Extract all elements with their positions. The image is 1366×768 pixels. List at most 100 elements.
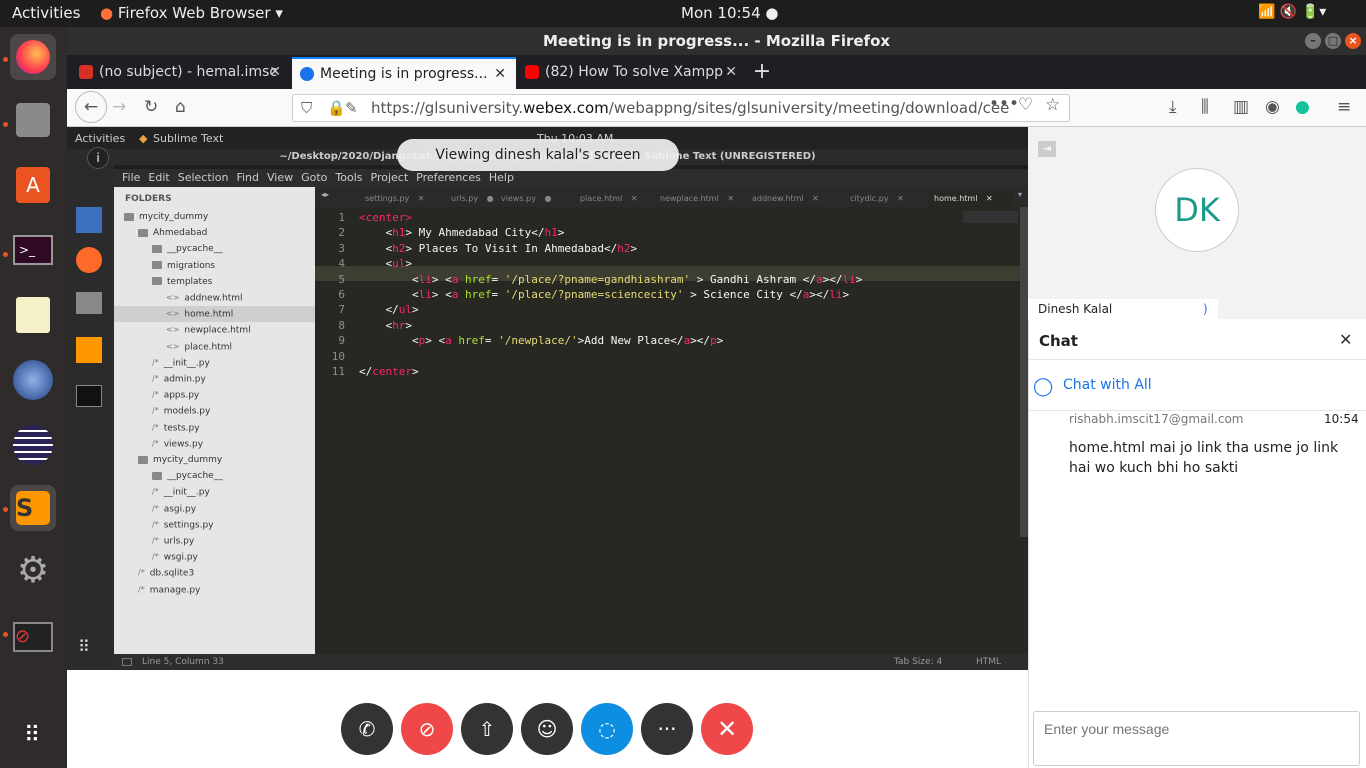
tree-item[interactable]: /* manage.py (138, 582, 200, 598)
share-button[interactable]: ⇧ (461, 703, 513, 755)
tree-item[interactable]: /* db.sqlite3 (138, 565, 194, 581)
maximize-icon[interactable]: □ (1325, 33, 1341, 49)
tree-item[interactable]: /* settings.py (152, 517, 214, 533)
sublime-menu-item[interactable]: Preferences (416, 171, 481, 184)
tree-item[interactable]: migrations (152, 258, 215, 274)
close-tab-icon[interactable]: ✕ (269, 57, 281, 87)
tree-item[interactable]: <> home.html (114, 306, 315, 323)
more-options-button[interactable]: ··· (641, 703, 693, 755)
text-editor-launcher-icon[interactable] (10, 292, 56, 338)
permissions-icon[interactable]: ✎ (345, 95, 358, 121)
tab-youtube[interactable]: (82) How To solve Xampp ✕ (517, 57, 747, 89)
close-tab-icon[interactable]: ✕ (983, 194, 993, 203)
tree-item[interactable]: /* admin.py (152, 371, 206, 387)
pocket-icon[interactable]: ♡ (1018, 95, 1033, 115)
tree-item[interactable]: /* views.py (152, 436, 203, 452)
library-icon[interactable]: ⫼ (1201, 97, 1209, 117)
tab-meeting[interactable]: Meeting is in progress... ✕ (292, 57, 516, 89)
home-icon[interactable]: ⌂ (175, 97, 186, 117)
editor-tab[interactable]: views.py ● (501, 190, 574, 207)
editor-tab[interactable]: place.html ✕ (580, 190, 654, 207)
sublime-text-launcher-icon[interactable]: S (10, 485, 56, 531)
close-tab-icon[interactable]: ✕ (725, 194, 734, 203)
close-tab-icon[interactable]: ✕ (628, 194, 638, 203)
sublime-menu-item[interactable]: Find (236, 171, 259, 184)
sublime-menu-item[interactable]: Project (371, 171, 409, 184)
editor-tab[interactable]: home.html ✕ (928, 190, 1014, 207)
tree-item[interactable]: mycity_dummy (124, 209, 208, 225)
leave-meeting-button[interactable]: ✕ (701, 703, 753, 755)
reload-icon[interactable]: ↻ (144, 97, 158, 117)
new-tab-icon[interactable]: + (747, 57, 777, 89)
chat-message-input[interactable] (1033, 711, 1360, 766)
grammarly-icon[interactable]: ● (1295, 97, 1310, 117)
tree-item[interactable]: <> newplace.html (166, 322, 251, 338)
video-off-button[interactable]: ⊘ (401, 703, 453, 755)
participants-button[interactable]: ☺ (521, 703, 573, 755)
back-icon[interactable]: ← (75, 91, 107, 123)
close-tab-icon[interactable]: ● (542, 194, 551, 203)
settings-launcher-icon[interactable]: ⚙ (10, 547, 56, 593)
tree-item[interactable]: /* __init__.py (152, 484, 210, 500)
tree-item[interactable]: templates (152, 274, 212, 290)
terminal-launcher-icon[interactable]: >_ (10, 227, 56, 273)
editor-tab[interactable]: settings.py ✕ (365, 190, 445, 207)
close-chat-icon[interactable]: ✕ (1339, 330, 1352, 349)
tab-gmail[interactable]: (no subject) - hemal.imsc ✕ (71, 57, 291, 89)
bookmark-star-icon[interactable]: ☆ (1045, 95, 1060, 115)
sidebar-icon[interactable]: ▥ (1233, 97, 1249, 117)
menu-icon[interactable]: ≡ (1337, 97, 1351, 117)
close-tab-icon[interactable]: ✕ (810, 194, 819, 203)
system-tray-icons[interactable]: 📶 🔇 🔋▾ (1258, 4, 1326, 20)
chat-button[interactable]: ◌ (581, 703, 633, 755)
show-applications-icon[interactable]: ⠿ (10, 712, 56, 758)
close-tab-icon[interactable]: ✕ (494, 59, 506, 89)
tree-item[interactable]: /* asgi.py (152, 501, 196, 517)
lock-icon[interactable]: 🔒 (327, 95, 346, 121)
close-tab-icon[interactable]: ✕ (415, 194, 425, 203)
tree-item[interactable]: /* apps.py (152, 387, 199, 403)
tree-item[interactable]: __pycache__ (152, 468, 223, 484)
app-menu[interactable]: ● Firefox Web Browser ▾ (100, 4, 283, 22)
sublime-menu-item[interactable]: Goto (301, 171, 327, 184)
editor-tab[interactable]: citydic.py ✕ (850, 190, 922, 207)
collapse-panel-icon[interactable]: ⇥ (1038, 141, 1056, 157)
page-actions-icon[interactable]: ••• (989, 94, 1019, 114)
editor-tab[interactable]: addnew.html ✕ (752, 190, 844, 207)
url-bar[interactable]: ⛉ 🔒 ✎ https://glsuniversity.webex.com/we… (292, 94, 1070, 122)
downloads-icon[interactable]: ⤓ (1169, 97, 1177, 117)
firefox-launcher-icon[interactable] (10, 34, 56, 80)
tree-item[interactable]: /* __init__.py (152, 355, 210, 371)
minimize-icon[interactable]: – (1305, 33, 1321, 49)
tree-item[interactable]: __pycache__ (152, 241, 223, 257)
editor-tab[interactable]: urls.py ● (451, 190, 495, 207)
audio-call-button[interactable]: ✆ (341, 703, 393, 755)
close-tab-icon[interactable]: ● (484, 194, 494, 203)
close-window-icon[interactable]: × (1345, 33, 1361, 49)
tree-item[interactable]: Ahmedabad (138, 225, 207, 241)
sublime-menu-item[interactable]: Tools (335, 171, 362, 184)
tree-item[interactable]: /* models.py (152, 403, 210, 419)
eclipse-launcher-icon[interactable] (10, 422, 56, 468)
tracking-shield-icon[interactable]: ⛉ (301, 95, 312, 121)
info-icon[interactable]: i (87, 147, 109, 169)
sublime-menu-item[interactable]: Selection (178, 171, 229, 184)
tree-item[interactable]: mycity_dummy (138, 452, 222, 468)
blocked-app-launcher-icon[interactable]: ⊘ (10, 614, 56, 660)
tree-item[interactable]: /* tests.py (152, 420, 200, 436)
tree-item[interactable]: <> addnew.html (166, 290, 242, 306)
files-launcher-icon[interactable] (10, 97, 56, 143)
tree-item[interactable]: <> place.html (166, 339, 232, 355)
software-launcher-icon[interactable]: A (10, 162, 56, 208)
clock[interactable]: Mon 10:54 ● (681, 4, 778, 22)
forward-icon[interactable]: → (112, 97, 126, 117)
sublime-menu-item[interactable]: View (267, 171, 293, 184)
globe-app-launcher-icon[interactable] (10, 357, 56, 403)
close-tab-icon[interactable]: ✕ (725, 57, 737, 87)
sublime-menu-item[interactable]: File (122, 171, 140, 184)
tree-item[interactable]: /* wsgi.py (152, 549, 198, 565)
sublime-menu-item[interactable]: Edit (148, 171, 169, 184)
close-tab-icon[interactable]: ✕ (895, 194, 904, 203)
chat-with-all[interactable]: Chat with All (1063, 377, 1152, 393)
activities-button[interactable]: Activities (12, 4, 80, 22)
